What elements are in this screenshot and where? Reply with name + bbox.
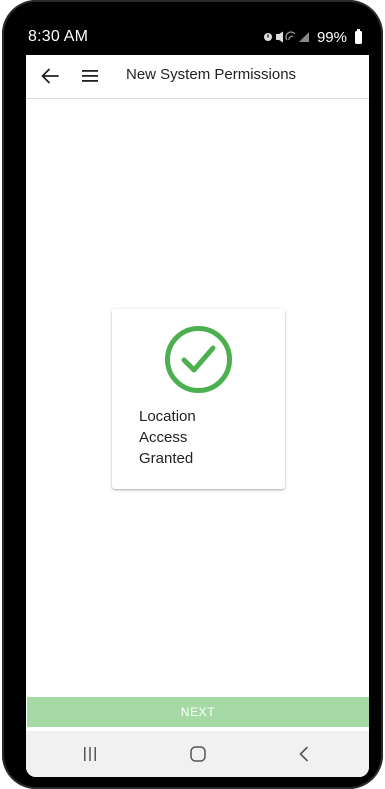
arrow-left-icon[interactable] [38, 63, 62, 89]
page-title: New System Permissions [126, 66, 297, 83]
status-indicator-glyphs [263, 31, 309, 43]
recents-icon[interactable] [60, 731, 120, 777]
recents-glyph [84, 747, 96, 761]
phone-frame: 8:30 AM 99% New System Permissions Locat… [2, 0, 383, 789]
status-time: 8:30 AM [28, 28, 89, 45]
status-bar: 8:30 AM 99% [28, 22, 362, 52]
status-indicators-icon [263, 31, 311, 43]
home-icon[interactable] [168, 731, 228, 777]
next-button[interactable]: NEXT [27, 697, 369, 727]
permission-status-text: Location Access Granted [139, 406, 259, 469]
back-chevron-glyph [299, 746, 308, 762]
status-right: 99% [263, 28, 362, 46]
hamburger-menu-icon[interactable] [79, 63, 101, 89]
app-screen: New System Permissions Location Access G… [26, 55, 369, 777]
back-chevron-icon[interactable] [274, 731, 334, 777]
status-line-3: Granted [139, 450, 194, 467]
app-bar: New System Permissions [26, 55, 369, 99]
check-circle-icon [165, 326, 232, 393]
home-glyph [190, 746, 206, 762]
permission-card: Location Access Granted [112, 309, 285, 489]
arrow-left-glyph [41, 68, 59, 84]
battery-percent: 99% [316, 28, 347, 46]
battery-icon [355, 28, 362, 44]
status-line-1: Location [139, 408, 196, 425]
system-nav-bar [26, 731, 369, 777]
status-line-2: Access [139, 429, 188, 446]
hamburger-glyph [82, 70, 98, 82]
